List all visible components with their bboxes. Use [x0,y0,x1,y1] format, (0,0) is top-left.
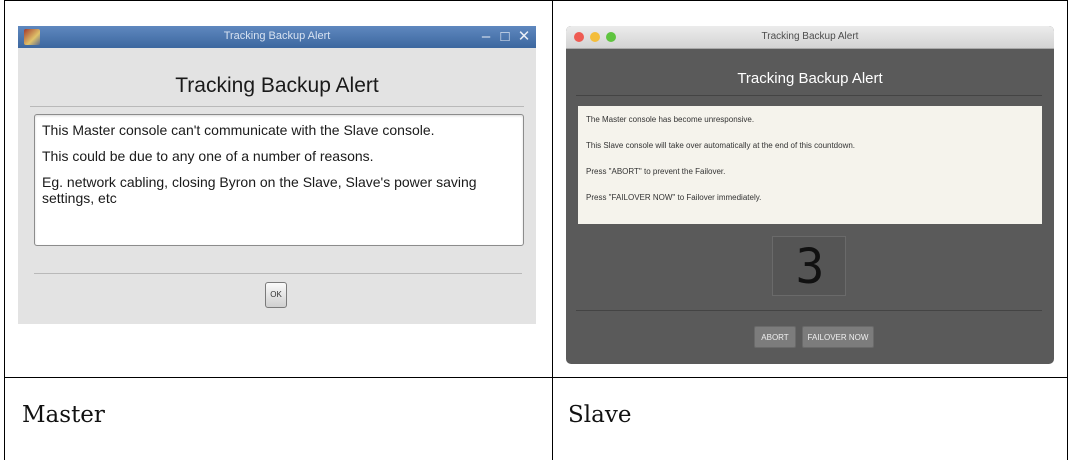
master-titlebar[interactable]: Tracking Backup Alert – □ ✕ [18,26,536,48]
divider [576,95,1042,96]
master-caption: Master [22,402,105,428]
slave-caption: Slave [568,402,632,428]
master-window-title: Tracking Backup Alert [223,30,331,42]
master-message-line: This could be due to any one of a number… [42,148,374,164]
divider [576,310,1042,311]
master-message-line: Eg. network cabling, closing Byron on th… [42,174,477,206]
slave-message-line: The Master console has become unresponsi… [586,115,755,124]
slave-heading: Tracking Backup Alert [737,70,883,87]
slave-message-line: This Slave console will take over automa… [586,141,856,150]
slave-message-line: Press "FAILOVER NOW" to Failover immedia… [586,193,762,202]
master-alert-window: Tracking Backup Alert – □ ✕ Tracking Bac… [18,26,536,324]
table-row-divider [4,377,1068,378]
abort-button[interactable]: ABORT [754,326,796,348]
slave-window-title: Tracking Backup Alert [761,31,859,42]
slave-message-line: Press "ABORT" to prevent the Failover. [586,167,726,176]
master-message-box: This Master console can't communicate wi… [34,114,524,246]
maximize-icon[interactable]: □ [496,28,514,46]
slave-message-box: The Master console has become unresponsi… [578,106,1042,224]
divider [30,106,524,107]
table-border-top [4,0,1068,1]
close-icon[interactable]: ✕ [515,28,533,46]
countdown-value: 3 [795,239,825,295]
countdown-display: 3 [772,236,846,296]
slave-alert-window: Tracking Backup Alert Tracking Backup Al… [566,26,1054,364]
master-message-line: This Master console can't communicate wi… [42,122,435,138]
table-border-left [4,0,5,460]
divider [34,273,522,274]
failover-now-button[interactable]: FAILOVER NOW [802,326,874,348]
slave-titlebar[interactable]: Tracking Backup Alert [566,26,1054,49]
minimize-icon[interactable]: – [477,28,495,46]
table-border-middle [552,0,553,460]
master-heading: Tracking Backup Alert [175,74,379,97]
table-border-right [1067,0,1068,460]
ok-button[interactable]: OK [265,282,287,308]
